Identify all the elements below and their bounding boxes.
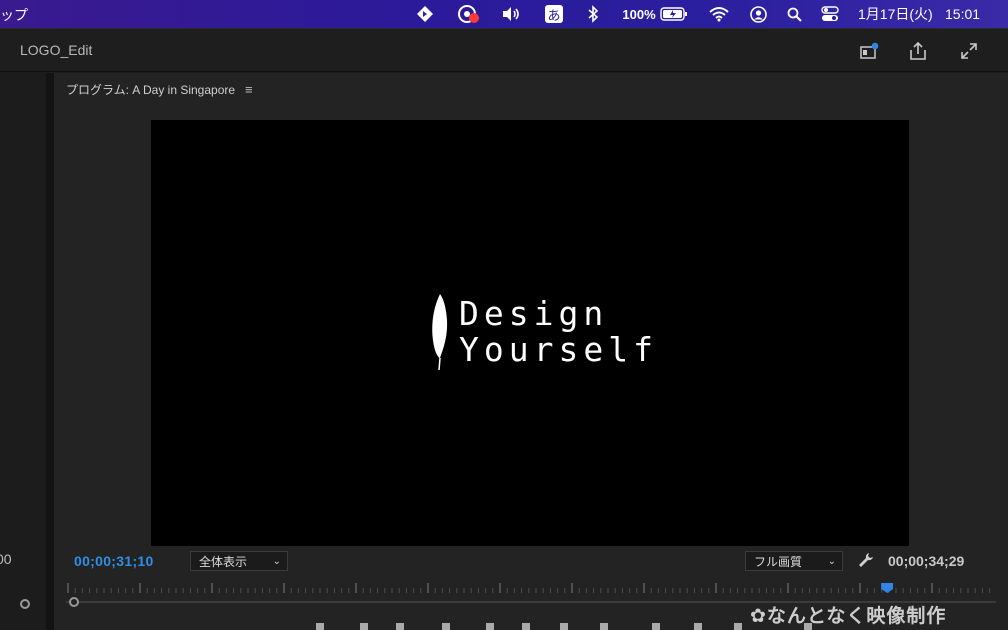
zoom-select[interactable]: 全体表示 ⌄ xyxy=(190,551,288,571)
playhead-timecode[interactable]: 00;00;31;10 xyxy=(74,553,154,569)
battery-status[interactable]: 100% xyxy=(620,0,690,28)
extract-icon[interactable] xyxy=(652,623,660,630)
date-text: 1月17日(火) xyxy=(858,6,933,22)
ruler-ticks xyxy=(67,583,991,593)
transport-controls xyxy=(304,621,812,630)
battery-icon xyxy=(659,7,687,21)
monitor-controls: 00;00;31;10 全体表示 ⌄ フル画質 ⌄ 00;00;34;29 xyxy=(54,547,1008,577)
go-to-out-icon[interactable] xyxy=(560,623,568,630)
chevron-down-icon: ⌄ xyxy=(272,556,281,567)
quality-select-value: フル画質 xyxy=(754,554,803,569)
watermark-gear-icon: ✿ xyxy=(750,605,767,627)
export-frame-icon[interactable] xyxy=(694,623,702,630)
step-back-icon[interactable] xyxy=(442,623,450,630)
video-preview[interactable]: Design Yourself xyxy=(151,120,909,546)
screen-record-icon[interactable] xyxy=(455,0,481,28)
project-title: LOGO_Edit xyxy=(20,42,93,58)
app-diamond-icon[interactable] xyxy=(414,0,436,28)
input-method-label: あ xyxy=(545,5,563,24)
source-panel: 00 xyxy=(0,73,46,630)
menubar-date[interactable]: 1月17日(火) xyxy=(858,0,938,28)
fullscreen-icon[interactable] xyxy=(956,38,982,64)
lift-icon[interactable] xyxy=(600,623,608,630)
feather-icon xyxy=(432,294,448,371)
time-text: 15:01 xyxy=(945,6,981,22)
duration-timecode: 00;00;34;29 xyxy=(888,553,965,569)
quick-export-icon[interactable] xyxy=(856,38,882,64)
menubar-time[interactable]: 15:01 xyxy=(945,0,991,28)
menu-bar: ップ あ 100% 1月17日(火) 15:01 xyxy=(0,0,1008,28)
comparison-view-icon[interactable] xyxy=(734,623,742,630)
chevron-down-icon: ⌄ xyxy=(827,556,836,567)
zoom-select-value: 全体表示 xyxy=(199,554,248,569)
panel-menu-icon[interactable]: ≡ xyxy=(245,82,253,97)
timeline-ruler[interactable] xyxy=(66,581,996,607)
bluetooth-icon[interactable] xyxy=(584,0,602,28)
app-header: LOGO_Edit xyxy=(0,28,1008,72)
play-icon[interactable] xyxy=(486,623,494,630)
wrench-icon[interactable] xyxy=(857,551,875,573)
volume-icon[interactable] xyxy=(500,0,522,28)
control-center-icon[interactable] xyxy=(820,0,840,28)
watermark: ✿なんとなく映像制作 xyxy=(750,601,946,628)
monitor-title[interactable]: プログラム: A Day in Singapore xyxy=(66,81,235,98)
logo-line2: Yourself xyxy=(459,330,658,369)
panel-splitter[interactable] xyxy=(46,73,54,630)
mark-out-icon[interactable] xyxy=(360,623,368,630)
source-in-handle[interactable] xyxy=(20,599,30,609)
mark-in-icon[interactable] xyxy=(316,623,324,630)
watermark-text: なんとなく映像制作 xyxy=(766,605,947,627)
design-yourself-logo: Design Yourself xyxy=(429,292,653,372)
app-menu-label[interactable]: ップ xyxy=(0,5,28,25)
wifi-icon[interactable] xyxy=(708,0,730,28)
quality-select[interactable]: フル画質 ⌄ xyxy=(745,551,843,571)
monitor-header: プログラム: A Day in Singapore ≡ xyxy=(66,81,253,98)
share-icon[interactable] xyxy=(905,38,931,64)
logo-line1: Design xyxy=(459,294,609,333)
source-timecode: 00 xyxy=(0,551,12,567)
user-icon[interactable] xyxy=(748,0,768,28)
battery-percent: 100% xyxy=(622,6,656,22)
go-to-in-icon[interactable] xyxy=(396,623,404,630)
program-monitor: プログラム: A Day in Singapore ≡ Design Yours… xyxy=(54,73,1008,630)
in-point-handle[interactable] xyxy=(69,597,79,607)
search-icon[interactable] xyxy=(785,0,803,28)
step-forward-icon[interactable] xyxy=(522,623,530,630)
input-method-icon[interactable]: あ xyxy=(543,0,565,28)
